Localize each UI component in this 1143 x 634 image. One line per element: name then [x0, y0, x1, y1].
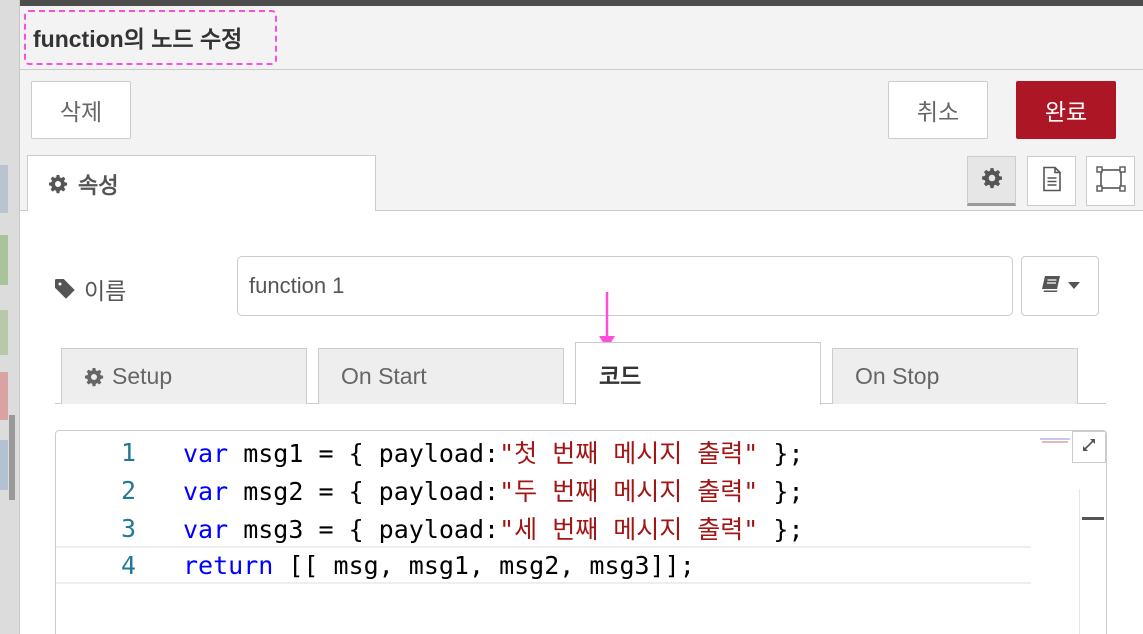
code-string: "첫 번째 메시지 출력" [499, 439, 759, 468]
dialog-title: function의 노드 수정 [33, 26, 243, 52]
caret-down-icon [1068, 277, 1080, 295]
code-plain: }; [758, 515, 804, 544]
code-text: var msg1 = { payload:"첫 번째 메시지 출력" }; [183, 434, 804, 470]
code-line: 3 var msg3 = { payload:"세 번째 메시지 출력" }; [56, 509, 1031, 547]
properties-panel: 이름 function 1 Setup On Start 코드 On Stop … [20, 211, 1143, 634]
code-string: "두 번째 메시지 출력" [499, 477, 759, 506]
tab-on-start-label: On Start [341, 363, 427, 389]
tray-tabbar: 속성 [20, 154, 1143, 212]
line-number: 1 [120, 437, 136, 467]
book-icon [1040, 275, 1062, 298]
tab-code-label: 코드 [599, 363, 642, 389]
tab-settings-icon-button[interactable] [967, 156, 1016, 206]
code-keyword: var [183, 515, 229, 544]
line-number: 3 [120, 513, 136, 543]
frame-icon [1095, 165, 1126, 197]
code-text: var msg2 = { payload:"두 번째 메시지 출력" }; [183, 472, 804, 508]
code-text: var msg3 = { payload:"세 번째 메시지 출력" }; [183, 510, 804, 546]
gear-icon [48, 174, 68, 194]
code-editor[interactable]: 1 var msg1 = { payload:"첫 번째 메시지 출력" }; … [55, 430, 1107, 634]
code-plain: msg3 = { payload: [228, 515, 500, 544]
tab-setup-label: Setup [112, 363, 173, 389]
code-line: 2 var msg2 = { payload:"두 번째 메시지 출력" }; [56, 471, 1031, 509]
code-text: return [[ msg, msg1, msg2, msg3]]; [183, 551, 695, 580]
function-subtabs: Setup On Start 코드 On Stop [55, 342, 1106, 405]
code-keyword: return [183, 550, 274, 580]
tab-description-icon-button[interactable] [1027, 156, 1076, 206]
tab-on-start[interactable]: On Start [318, 348, 564, 404]
code-line-active: 4 return [[ msg, msg1, msg2, msg3]]; [56, 546, 1031, 584]
tab-setup[interactable]: Setup [61, 348, 307, 404]
edit-tray: function의 노드 수정 삭제 취소 완료 속성 이름 function … [20, 6, 1143, 634]
expand-editor-button[interactable] [1072, 431, 1106, 463]
code-plain: }; [758, 439, 804, 468]
name-input[interactable]: function 1 [237, 256, 1013, 316]
cursor-position-marker [1082, 517, 1104, 520]
delete-button[interactable]: 삭제 [31, 81, 131, 139]
code-plain: [[ msg, msg1, msg2, msg3]]; [273, 550, 695, 580]
gear-icon [981, 167, 1003, 194]
line-number: 2 [120, 475, 136, 505]
tab-properties[interactable]: 속성 [27, 155, 376, 212]
tab-appearance-icon-button[interactable] [1086, 156, 1135, 206]
tray-header: function의 노드 수정 [20, 6, 1143, 70]
code-plain: msg1 = { payload: [228, 439, 500, 468]
workspace-edge [0, 0, 20, 634]
tab-code[interactable]: 코드 [575, 342, 821, 405]
done-button[interactable]: 완료 [1016, 81, 1116, 139]
gear-icon [84, 367, 104, 387]
tag-icon [54, 278, 76, 300]
document-icon [1041, 166, 1063, 197]
editor-scrollbar[interactable] [1079, 489, 1080, 634]
expand-icon [1081, 437, 1097, 458]
code-keyword: var [183, 477, 229, 506]
name-label-text: 이름 [84, 278, 127, 304]
minimap[interactable] [1040, 431, 1070, 443]
code-plain: }; [758, 477, 804, 506]
code-line: 1 var msg1 = { payload:"첫 번째 메시지 출력" }; [56, 433, 1031, 471]
code-plain: msg2 = { payload: [228, 477, 500, 506]
line-number: 4 [120, 550, 136, 580]
tab-on-stop[interactable]: On Stop [832, 348, 1078, 404]
tab-properties-label: 속성 [78, 173, 119, 198]
name-label: 이름 [54, 272, 126, 306]
cancel-button[interactable]: 취소 [888, 81, 988, 139]
tab-on-stop-label: On Stop [855, 363, 940, 389]
library-menu-button[interactable] [1021, 256, 1099, 316]
code-string: "세 번째 메시지 출력" [499, 515, 759, 544]
code-keyword: var [183, 439, 229, 468]
